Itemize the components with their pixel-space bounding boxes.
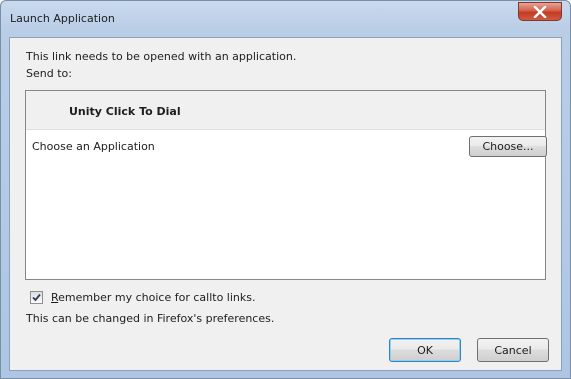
remember-choice-checkbox[interactable] xyxy=(30,291,43,304)
application-list[interactable]: Unity Click To Dial Choose an Applicatio… xyxy=(25,90,547,280)
window-title: Launch Application xyxy=(10,12,115,25)
list-item-unity-click-to-dial[interactable]: Unity Click To Dial xyxy=(26,91,545,130)
remember-choice-label[interactable]: Remember my choice for callto links. xyxy=(51,291,255,304)
application-name: Unity Click To Dial xyxy=(69,105,181,118)
close-icon xyxy=(519,3,561,20)
choose-application-label: Choose an Application xyxy=(32,140,155,153)
launch-application-window: Launch Application This link needs to be… xyxy=(0,0,571,379)
preferences-note: This can be changed in Firefox's prefere… xyxy=(26,312,275,325)
choose-button[interactable]: Choose... xyxy=(469,136,547,157)
dialog-message: This link needs to be opened with an app… xyxy=(26,50,297,63)
cancel-button[interactable]: Cancel xyxy=(477,338,549,362)
dialog-body: This link needs to be opened with an app… xyxy=(9,37,562,371)
list-item-choose-application[interactable]: Choose an Application Choose... xyxy=(26,129,547,163)
close-button[interactable] xyxy=(518,2,562,21)
ok-button[interactable]: OK xyxy=(389,338,461,362)
title-bar[interactable]: Launch Application xyxy=(1,1,570,35)
checkmark-icon xyxy=(31,292,42,303)
send-to-label: Send to: xyxy=(26,67,72,80)
